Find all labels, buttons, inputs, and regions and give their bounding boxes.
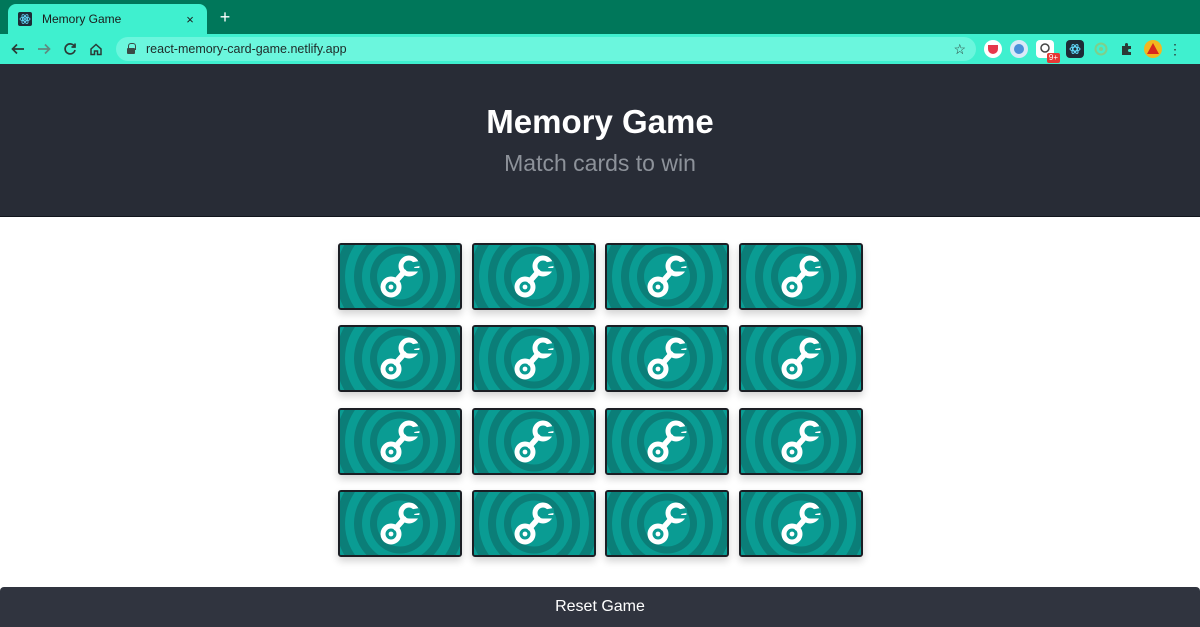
memory-card[interactable] — [605, 243, 730, 310]
memory-card[interactable] — [338, 325, 462, 393]
react-favicon-icon — [18, 12, 32, 26]
extensions-area: 9+ ⋮ — [984, 37, 1182, 63]
react-devtools-icon[interactable] — [1066, 40, 1084, 58]
home-icon[interactable] — [83, 36, 109, 62]
pocket-extension-icon[interactable] — [984, 40, 1002, 58]
globe-extension-icon[interactable] — [1010, 40, 1028, 58]
card-grid — [338, 243, 863, 558]
puzzle-extensions-icon[interactable] — [1118, 40, 1136, 58]
reload-icon[interactable] — [57, 36, 83, 62]
page-title: Memory Game — [486, 103, 714, 140]
tab-close-icon[interactable]: × — [183, 12, 197, 27]
memory-card[interactable] — [338, 243, 462, 310]
reset-game-button[interactable]: Reset Game — [0, 587, 1200, 627]
memory-card[interactable] — [471, 243, 596, 310]
memory-card[interactable] — [738, 490, 863, 558]
memory-card[interactable] — [471, 407, 596, 475]
memory-card[interactable] — [471, 325, 596, 393]
memory-card[interactable] — [605, 490, 730, 558]
forward-arrow-icon[interactable] — [31, 36, 57, 62]
memory-card[interactable] — [338, 490, 462, 558]
browser-toolbar: react-memory-card-game.netlify.app ☆ 9+ … — [0, 34, 1200, 64]
tab-title: Memory Game — [42, 12, 122, 26]
extension-badge: 9+ — [1046, 53, 1060, 63]
bookmark-star-icon[interactable]: ☆ — [953, 41, 966, 58]
circle-extension-icon[interactable] — [1092, 40, 1110, 58]
memory-card[interactable] — [338, 407, 462, 475]
page-subtitle: Match cards to win — [504, 150, 696, 176]
page-header: Memory Game Match cards to win — [0, 64, 1200, 217]
memory-card[interactable] — [605, 407, 730, 475]
browser-tab-strip: Memory Game × + — [0, 0, 1200, 34]
new-tab-button[interactable]: + — [216, 8, 234, 26]
lock-icon — [126, 43, 136, 55]
memory-card[interactable] — [471, 490, 596, 558]
address-bar[interactable]: react-memory-card-game.netlify.app ☆ — [116, 37, 976, 61]
profile-avatar[interactable] — [1144, 40, 1162, 58]
notification-extension-icon[interactable]: 9+ — [1036, 40, 1060, 63]
browser-tab[interactable]: Memory Game × — [8, 4, 207, 34]
memory-card[interactable] — [738, 243, 863, 310]
url-text: react-memory-card-game.netlify.app — [146, 42, 347, 56]
back-arrow-icon[interactable] — [5, 36, 31, 62]
browser-menu-icon[interactable]: ⋮ — [1168, 40, 1182, 58]
memory-card[interactable] — [605, 325, 730, 393]
memory-card[interactable] — [738, 325, 863, 393]
memory-card[interactable] — [738, 407, 863, 475]
